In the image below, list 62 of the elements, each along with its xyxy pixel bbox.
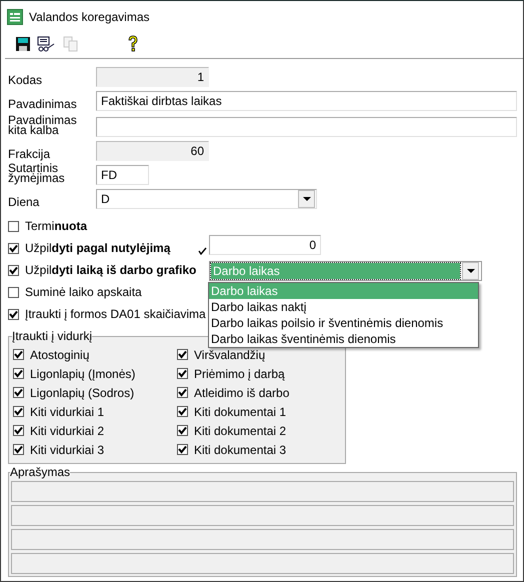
checkbox[interactable] xyxy=(13,406,24,417)
field-label: Pavadinimas kita kalba xyxy=(8,115,78,137)
field-label: Pavadinimas xyxy=(8,99,78,111)
checkbox-label: Kiti dokumentai 2 xyxy=(194,424,286,438)
checkbox[interactable] xyxy=(8,264,19,276)
text-field[interactable] xyxy=(11,529,514,550)
field-label: Sutartinis žymėjimas xyxy=(8,163,66,185)
checkbox-label: Terminuota xyxy=(25,219,88,233)
checkbox[interactable] xyxy=(13,387,24,398)
dropdown-option[interactable]: Darbo laikas naktį xyxy=(209,299,478,315)
checkbox[interactable] xyxy=(13,349,24,360)
text-field[interactable] xyxy=(11,553,514,574)
checkbox-label: Viršvalandžių xyxy=(194,348,266,362)
checkbox[interactable] xyxy=(8,286,19,298)
text-field[interactable]: FD xyxy=(96,165,149,185)
checkbox[interactable] xyxy=(13,425,24,436)
field-label: Frakcija xyxy=(8,149,52,161)
checkbox-label: Priėmimo į darbą xyxy=(194,366,285,380)
checkbox[interactable] xyxy=(13,368,24,379)
readonly-field: 1 xyxy=(96,67,209,87)
checkbox-label: Kiti dokumentai 1 xyxy=(194,404,286,418)
checkbox[interactable] xyxy=(177,444,188,455)
group-title: Įtraukti į vidurkį xyxy=(12,329,92,343)
text-field[interactable] xyxy=(11,505,514,526)
number-field[interactable]: 0 xyxy=(209,235,321,255)
text-field[interactable] xyxy=(96,117,517,137)
checkbox-label: Užpildyti laiką iš darbo grafiko xyxy=(25,263,196,277)
text-field[interactable]: Faktiškai dirbtas laikas xyxy=(96,91,517,111)
field-label: Diena xyxy=(8,197,40,209)
checkbox-label: Kiti vidurkiai 3 xyxy=(30,442,104,456)
dropdown-option[interactable]: Darbo laikas poilsio ir šventinėmis dienomis xyxy=(209,315,478,331)
save-icon[interactable] xyxy=(13,34,33,54)
checkbox-label: Atostoginių xyxy=(30,348,90,362)
field-label: Kodas xyxy=(8,75,44,87)
checkbox-label: Atleidimo iš darbo xyxy=(194,386,290,400)
checkbox[interactable] xyxy=(177,387,188,398)
group-title: Aprašymas xyxy=(10,465,70,479)
checkbox[interactable] xyxy=(8,242,19,254)
caret-icon xyxy=(302,196,310,202)
checkbox-label: Ligonlapių (Įmonės) xyxy=(30,366,136,380)
checkbox[interactable] xyxy=(177,368,188,379)
checkbox-label: Kiti vidurkiai 2 xyxy=(30,424,104,438)
checkbox-label: Kiti dokumentai 3 xyxy=(194,442,286,456)
check-icon xyxy=(198,247,207,255)
checkbox-label: Užpildyti pagal nutylėjimą xyxy=(25,241,170,255)
window-title: Valandos koregavimas xyxy=(29,10,150,24)
checkbox-label: Kiti vidurkiai 1 xyxy=(30,404,104,418)
checkbox[interactable] xyxy=(8,308,19,320)
checkbox[interactable] xyxy=(177,406,188,417)
form-icon xyxy=(7,9,23,25)
readonly-field: 60 xyxy=(96,141,209,161)
dropdown-option[interactable]: Darbo laikas šventinėmis dienomis xyxy=(209,331,478,347)
checkbox-label: Suminė laiko apskaita xyxy=(25,285,142,299)
checkbox-label: Ligonlapių (Sodros) xyxy=(30,386,134,400)
checkbox[interactable] xyxy=(177,349,188,360)
checkbox[interactable] xyxy=(8,220,19,232)
dropdown-field[interactable]: D xyxy=(96,189,317,209)
checkbox[interactable] xyxy=(177,425,188,436)
text-field[interactable] xyxy=(11,481,514,502)
checkbox[interactable] xyxy=(13,444,24,455)
checkbox-label: Įtraukti į formos DA01 skaičiavima xyxy=(25,307,206,321)
caret-icon xyxy=(466,268,474,274)
